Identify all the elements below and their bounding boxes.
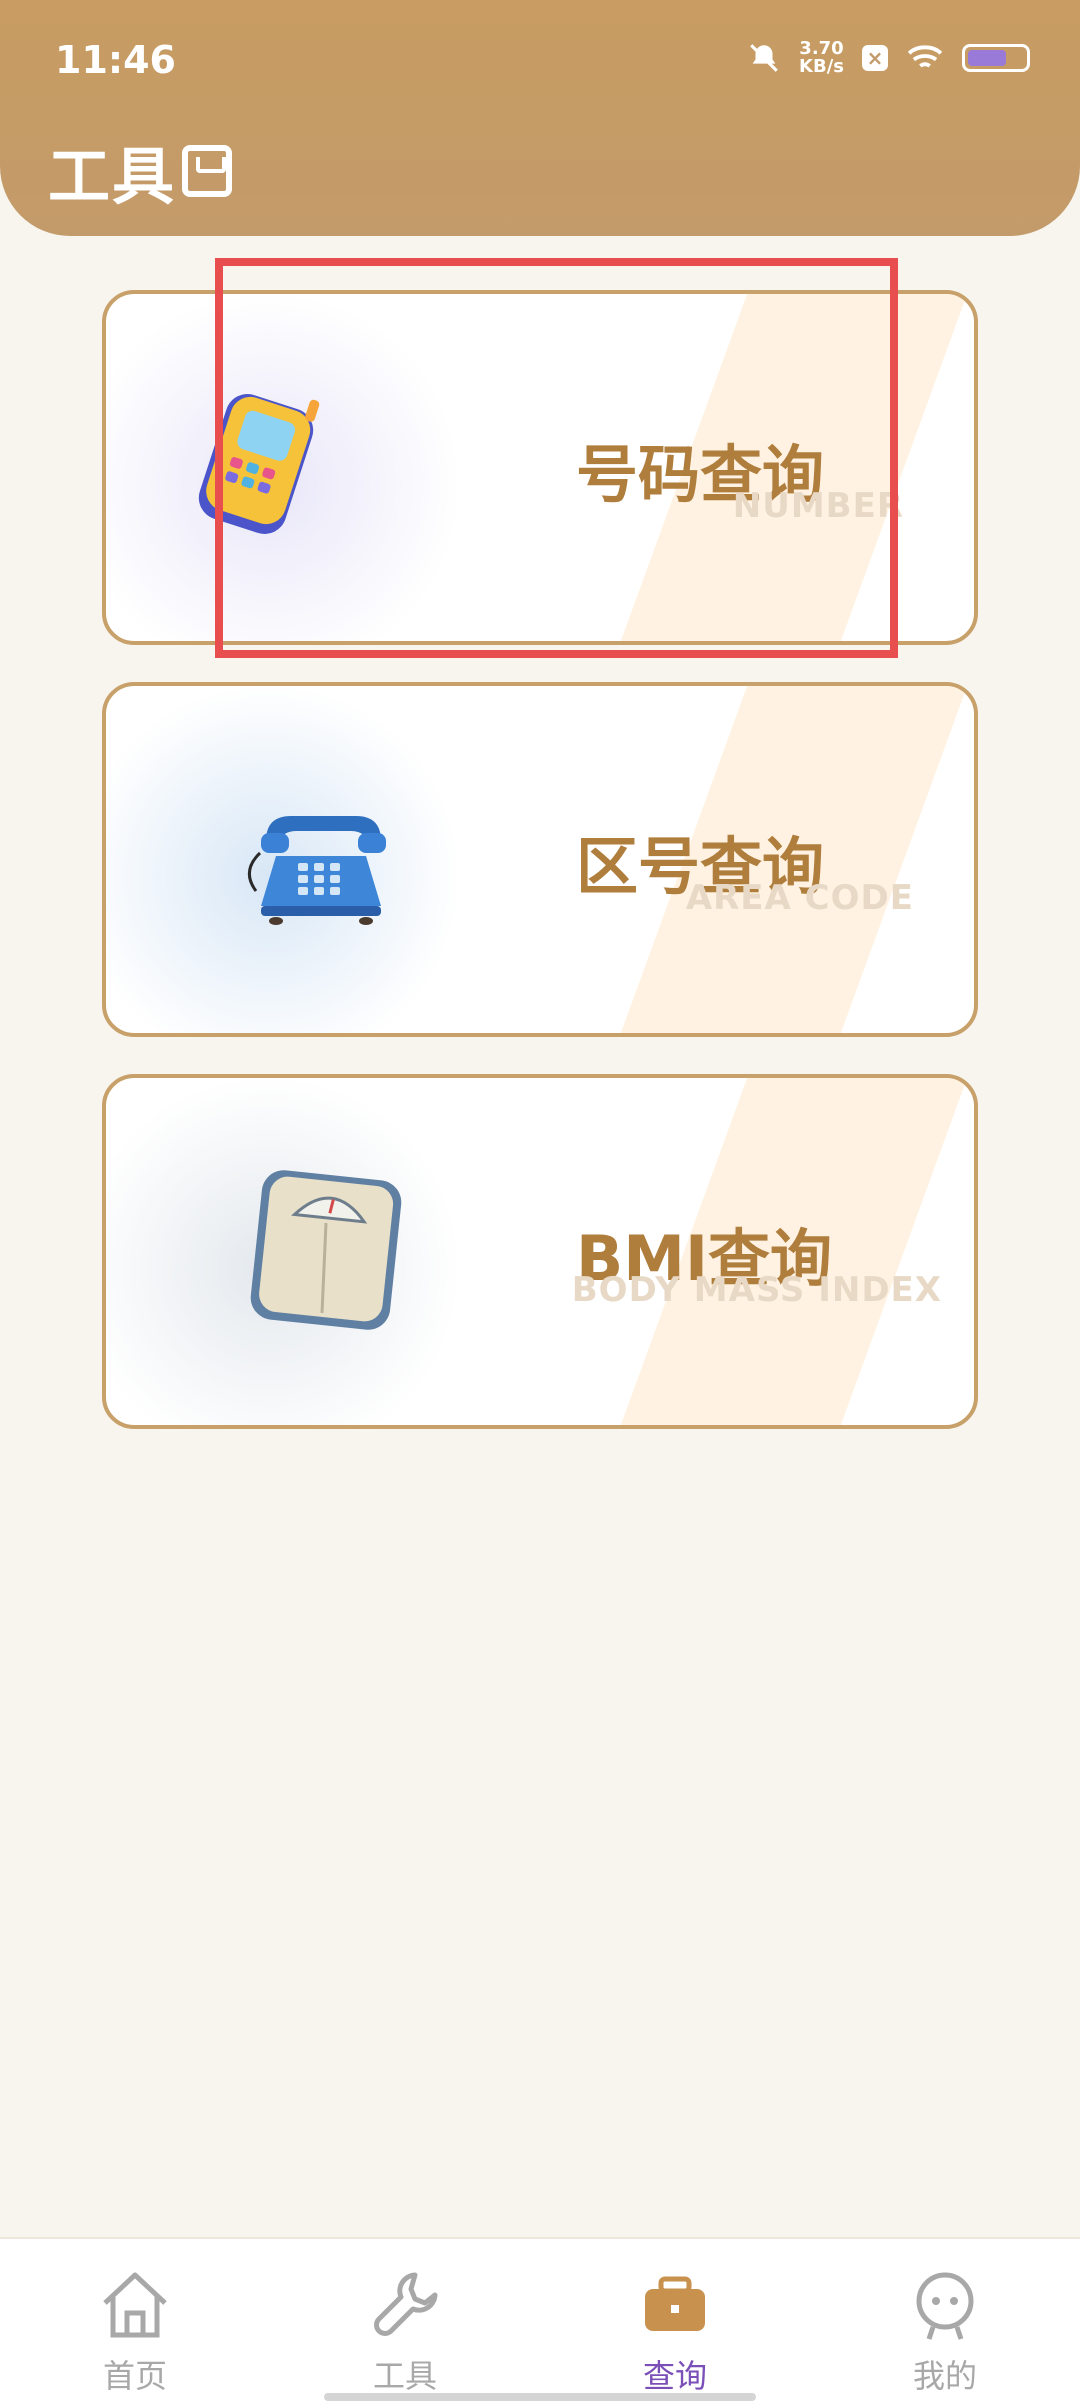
- app-header: 11:46 3.70 KB/s × 工具: [0, 0, 1080, 236]
- scale-icon: [236, 1163, 406, 1333]
- nav-label: 工具: [372, 2357, 437, 2395]
- nav-label: 首页: [102, 2357, 167, 2395]
- home-icon: [95, 2265, 175, 2345]
- nav-label: 我的: [912, 2357, 977, 2395]
- nav-item-profile[interactable]: 我的: [875, 2265, 1015, 2397]
- briefcase-icon: [635, 2265, 715, 2345]
- wrench-icon: [365, 2265, 445, 2345]
- close-badge-icon: ×: [862, 45, 888, 71]
- nav-item-query[interactable]: 查询: [605, 2265, 745, 2397]
- page-title: 工具: [48, 126, 233, 216]
- page-title-text: 工具: [48, 140, 177, 213]
- battery-icon: [962, 44, 1030, 72]
- status-time: 11:46: [55, 38, 176, 82]
- profile-icon: [905, 2265, 985, 2345]
- telephone-icon: [236, 771, 406, 941]
- card-area-code-lookup[interactable]: 区号查询 AREA CODE: [102, 682, 978, 1037]
- home-indicator[interactable]: [324, 2393, 756, 2401]
- card-subtitle: AREA CODE: [685, 878, 914, 918]
- status-icons: 3.70 KB/s ×: [747, 40, 1030, 76]
- nav-item-home[interactable]: 首页: [65, 2265, 205, 2397]
- nav-item-tools[interactable]: 工具: [335, 2265, 475, 2397]
- network-speed: 3.70 KB/s: [799, 40, 844, 76]
- mute-bell-icon: [750, 44, 778, 72]
- card-bmi-lookup[interactable]: BMI查询 BODY MASS INDEX: [102, 1074, 978, 1429]
- nav-label: 查询: [642, 2357, 707, 2395]
- network-speed-unit: KB/s: [799, 56, 844, 77]
- save-icon: [182, 145, 233, 197]
- bottom-navigation: 首页 工具 查询 我的: [0, 2237, 1080, 2408]
- wifi-icon: [907, 45, 943, 68]
- highlight-box: [215, 258, 898, 658]
- card-subtitle: BODY MASS INDEX: [571, 1270, 942, 1310]
